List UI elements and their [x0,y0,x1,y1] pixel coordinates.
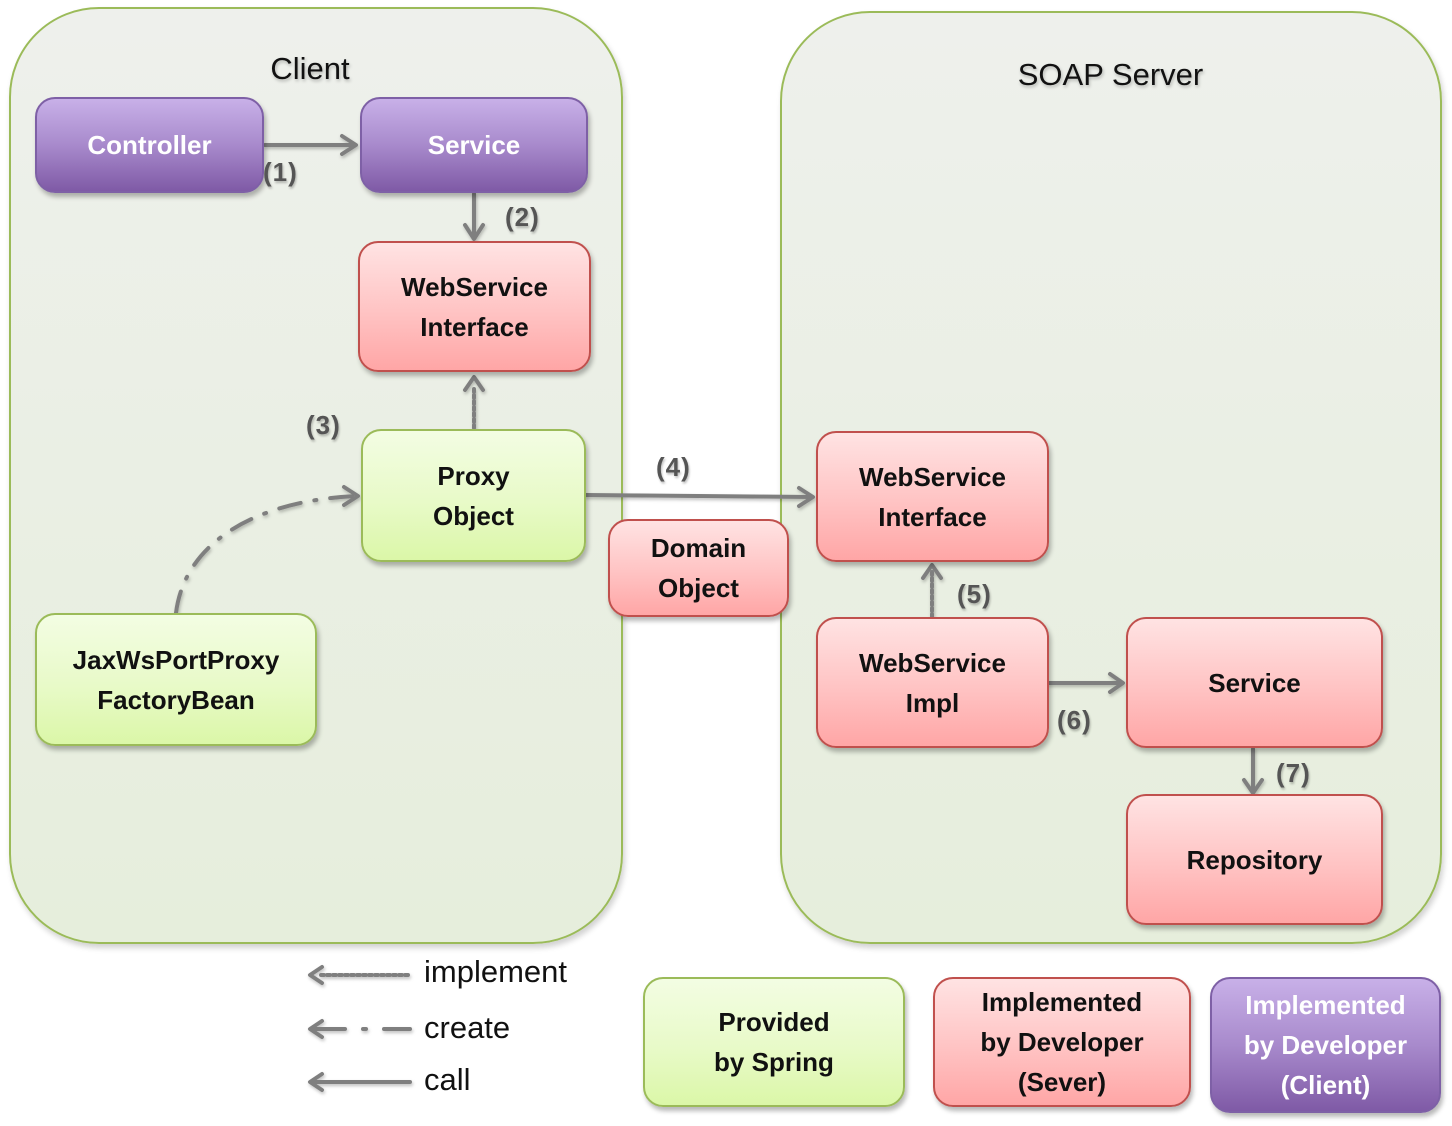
legend-implemented-by-developer-server: Implemented by Developer (Sever) [933,977,1191,1107]
call-arrow-impl-to-service [1047,672,1125,694]
server-webservice-interface-box[interactable]: WebService Interface [816,431,1049,562]
proxy-object-label: Proxy Object [433,460,514,531]
implement-arrow-impl-to-interface [921,563,943,619]
client-service-label: Service [427,130,521,160]
legend-provided-by-spring-label: Provided by Spring [714,1007,834,1077]
call-arrow-controller-to-service [263,134,358,156]
webservice-impl-label: WebService Impl [859,647,1006,718]
call-arrow-service-to-repository [1242,747,1264,795]
client-controller-box[interactable]: Controller [35,97,264,193]
server-service-label: Service [1208,667,1301,698]
server-service-box[interactable]: Service [1126,617,1383,748]
call-arrow-proxy-to-server-interface [584,486,815,508]
webservice-impl-box[interactable]: WebService Impl [816,617,1049,748]
step-label-5: (5) [957,579,992,609]
create-arrow-factorybean-to-proxy [174,485,360,615]
legend-call-label: call [424,1062,471,1097]
domain-object-box[interactable]: Domain Object [608,519,789,617]
client-webservice-interface-box[interactable]: WebService Interface [358,241,591,372]
legend-implement-arrow [308,965,410,985]
legend-create-arrow [308,1019,412,1039]
repository-box[interactable]: Repository [1126,794,1383,925]
client-service-box[interactable]: Service [360,97,588,193]
legend-implemented-by-developer-client: Implemented by Developer (Client) [1210,977,1441,1113]
domain-object-label: Domain Object [650,533,747,603]
jaxws-port-proxy-factory-bean-box[interactable]: JaxWsPortProxy FactoryBean [35,613,317,746]
legend-implemented-by-developer-server-label: Implemented by Developer (Sever) [980,987,1144,1097]
client-webservice-interface-label: WebService Interface [401,271,548,342]
implement-arrow-proxy-to-interface [463,375,485,430]
call-arrow-service-to-interface [463,192,485,241]
step-label-7: (7) [1276,758,1311,788]
client-controller-label: Controller [87,130,212,160]
legend-call-arrow [308,1072,412,1092]
legend-implement-label: implement [424,954,567,989]
proxy-object-box[interactable]: Proxy Object [361,429,586,562]
step-label-3: (3) [306,410,341,440]
step-label-6: (6) [1057,705,1092,735]
jaxws-port-proxy-factory-bean-label: JaxWsPortProxy FactoryBean [72,644,280,715]
step-label-2: (2) [505,202,540,232]
step-label-1: (1) [263,157,298,187]
legend-implemented-by-developer-client-label: Implemented by Developer (Client) [1243,990,1408,1100]
server-webservice-interface-label: WebService Interface [859,461,1006,532]
repository-label: Repository [1186,844,1323,875]
legend-create-label: create [424,1010,511,1045]
legend-provided-by-spring: Provided by Spring [643,977,905,1107]
step-label-4: (4) [656,452,691,482]
